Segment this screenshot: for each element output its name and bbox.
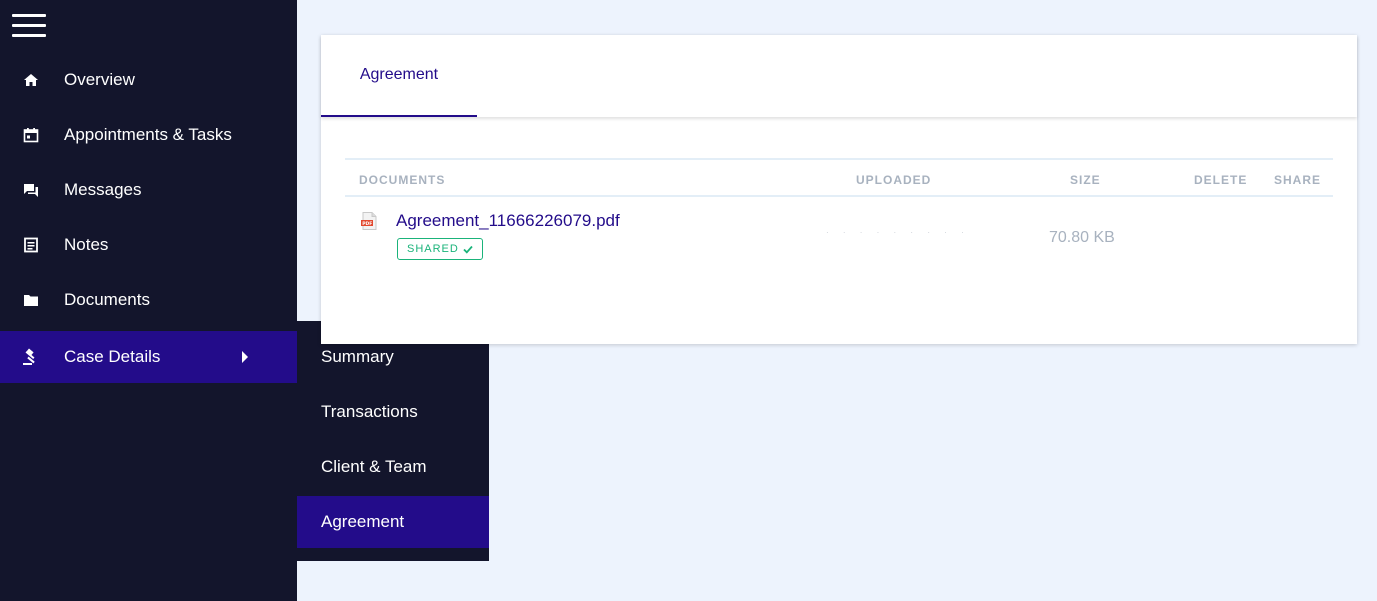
tab-agreement[interactable]: Agreement	[321, 35, 477, 117]
sidebar-item-label: Appointments & Tasks	[64, 125, 232, 144]
document-link[interactable]: Agreement_11666226079.pdf	[396, 211, 620, 231]
column-header-delete: DELETE	[1194, 173, 1248, 187]
check-icon	[463, 245, 473, 254]
sidebar-item-label: Documents	[64, 290, 150, 309]
sidebar-item-appointments[interactable]: Appointments & Tasks	[0, 109, 297, 161]
column-header-share: SHARE	[1274, 173, 1322, 187]
hamburger-icon[interactable]	[12, 12, 46, 40]
submenu-item-label: Transactions	[321, 402, 418, 421]
sidebar-item-label: Messages	[64, 180, 142, 199]
case-details-submenu: Summary Transactions Client & Team Agree…	[297, 321, 489, 561]
submenu-item-label: Summary	[321, 347, 394, 366]
caret-right-icon	[242, 351, 248, 363]
home-icon	[22, 71, 40, 89]
sidebar-item-documents[interactable]: Documents	[0, 274, 297, 326]
shared-badge-label: SHARED	[407, 243, 459, 255]
documents-card: Agreement DOCUMENTS UPLOADED SIZE DELETE…	[321, 35, 1357, 344]
submenu-item-agreement[interactable]: Agreement	[297, 496, 489, 548]
submenu-item-transactions[interactable]: Transactions	[297, 386, 489, 438]
svg-text:PDF: PDF	[362, 221, 372, 227]
file-size: 70.80 KB	[1049, 229, 1115, 246]
sidebar-item-label: Notes	[64, 235, 109, 254]
submenu-item-client-team[interactable]: Client & Team	[297, 441, 489, 493]
tab-bar: Agreement	[321, 35, 1357, 117]
shared-badge: SHARED	[397, 238, 483, 260]
chat-icon	[22, 181, 40, 199]
table-top-divider	[345, 158, 1333, 160]
uploaded-date: · · · · · · · · ·	[826, 228, 970, 237]
column-header-documents[interactable]: DOCUMENTS	[359, 173, 445, 187]
calendar-icon	[22, 126, 40, 144]
sidebar-item-case-details[interactable]: Case Details	[0, 331, 297, 383]
gavel-icon	[22, 348, 40, 366]
sidebar-item-messages[interactable]: Messages	[0, 164, 297, 216]
sidebar-item-notes[interactable]: Notes	[0, 219, 297, 271]
sidebar: Overview Appointments & Tasks Messages N…	[0, 0, 297, 601]
sidebar-item-label: Case Details	[64, 347, 161, 366]
folder-icon	[22, 291, 40, 309]
notes-icon	[22, 236, 40, 254]
column-header-size[interactable]: SIZE	[1070, 173, 1101, 187]
pdf-icon: PDF	[361, 212, 377, 230]
sidebar-item-overview[interactable]: Overview	[0, 54, 297, 106]
submenu-item-label: Client & Team	[321, 457, 427, 476]
header-divider	[345, 195, 1333, 197]
submenu-item-label: Agreement	[321, 512, 405, 531]
sidebar-item-label: Overview	[64, 70, 135, 89]
column-header-uploaded[interactable]: UPLOADED	[856, 173, 931, 187]
